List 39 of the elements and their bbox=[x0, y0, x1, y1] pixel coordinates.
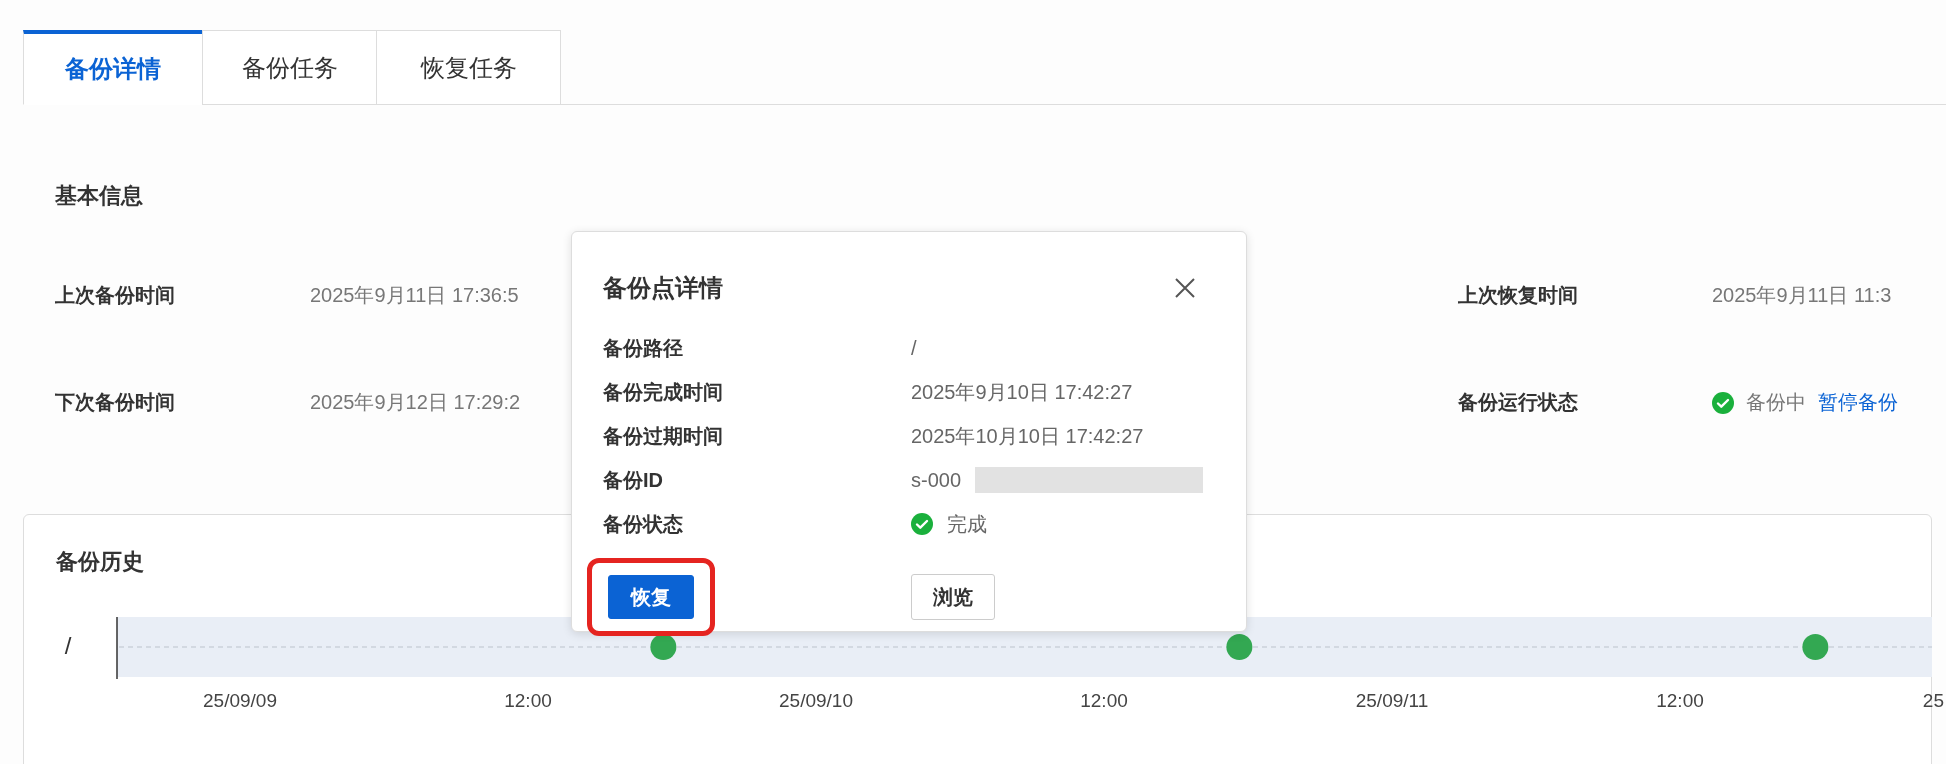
detail-value: / bbox=[911, 336, 917, 360]
section-title: 基本信息 bbox=[55, 182, 144, 210]
axis-tick-label: 25/09/09 bbox=[203, 690, 277, 711]
detail-value: 2025年10月10日 17:42:27 bbox=[911, 423, 1144, 449]
axis-tick-label: 25/09/10 bbox=[779, 690, 853, 711]
tab[interactable]: 备份任务 bbox=[202, 30, 377, 105]
field-label: 上次备份时间 bbox=[55, 283, 176, 308]
close-icon[interactable] bbox=[1174, 277, 1196, 299]
browse-button[interactable]: 浏览 bbox=[911, 574, 995, 620]
axis-tick-label: 12:00 bbox=[504, 690, 552, 711]
axis-tick-label: 12:00 bbox=[1656, 690, 1704, 711]
field-value: 2025年9月12日 17:29:2 bbox=[310, 390, 521, 415]
field-label: 上次恢复时间 bbox=[1458, 283, 1579, 308]
detail-value: 完成 bbox=[947, 511, 987, 537]
axis-tick-label: 25 bbox=[1922, 690, 1944, 711]
restore-button[interactable]: 恢复 bbox=[608, 575, 694, 619]
detail-value: s-000 bbox=[911, 468, 962, 492]
row-label: / bbox=[64, 632, 72, 659]
popup-title: 备份点详情 bbox=[603, 273, 723, 303]
backup-point[interactable] bbox=[650, 634, 677, 660]
detail-label: 备份路径 bbox=[603, 335, 684, 361]
detail-label: 备份状态 bbox=[603, 511, 684, 537]
field-value: 2025年9月11日 11:3 bbox=[1712, 283, 1892, 308]
tab[interactable]: 备份详情 bbox=[23, 30, 203, 105]
section-title: 备份历史 bbox=[56, 548, 145, 576]
pause-backup-link[interactable]: 暂停备份 bbox=[1818, 389, 1898, 416]
detail-label: 备份完成时间 bbox=[603, 379, 724, 405]
detail-label: 备份ID bbox=[603, 467, 664, 493]
field-label: 下次备份时间 bbox=[55, 390, 176, 415]
detail-label: 备份过期时间 bbox=[603, 423, 724, 449]
detail-value: 2025年9月10日 17:42:27 bbox=[911, 379, 1133, 405]
axis-tick-label: 12:00 bbox=[1080, 690, 1128, 711]
backup-point[interactable] bbox=[1226, 634, 1253, 660]
axis-tick-label: 25/09/11 bbox=[1355, 690, 1429, 711]
field-label: 备份运行状态 bbox=[1458, 390, 1579, 415]
tab[interactable]: 恢复任务 bbox=[376, 30, 561, 105]
field-value: 2025年9月11日 17:36:5 bbox=[310, 283, 519, 308]
field-value: 备份中 bbox=[1746, 390, 1806, 415]
backup-point[interactable] bbox=[1802, 634, 1829, 660]
